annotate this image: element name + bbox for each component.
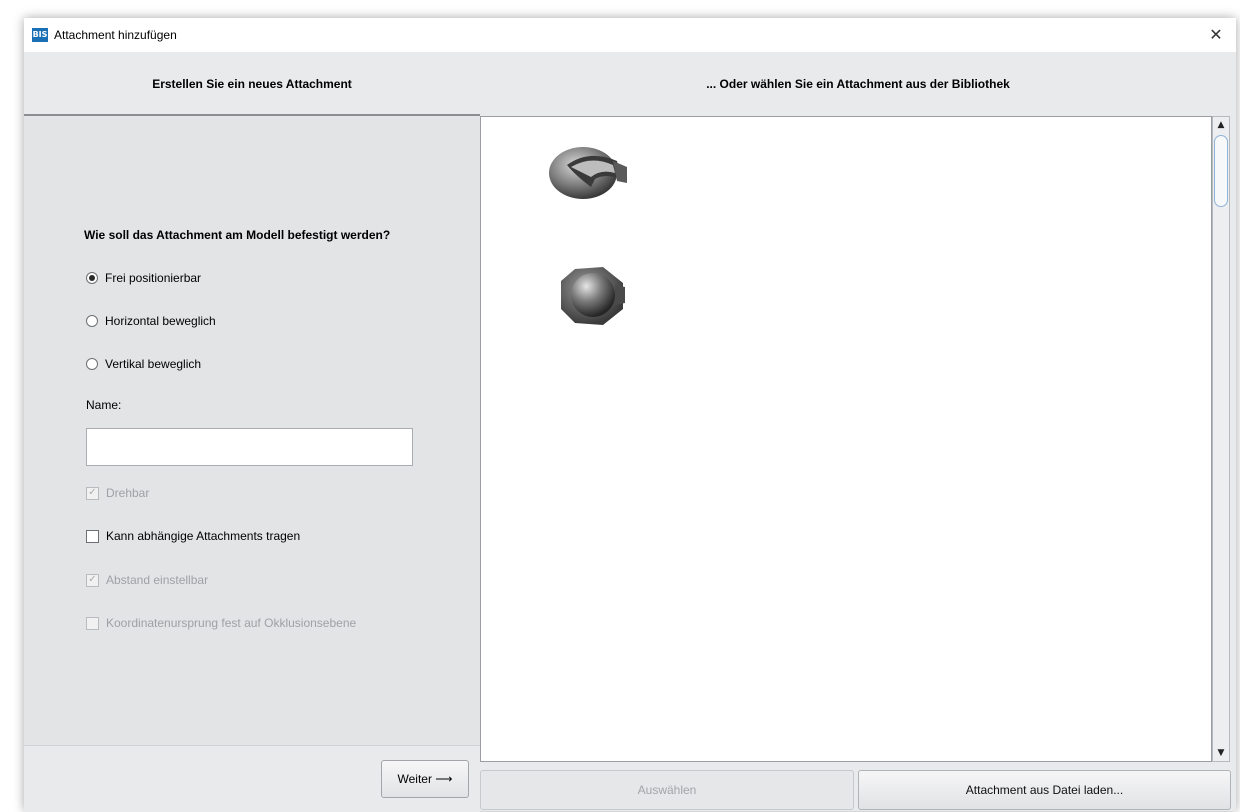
checkbox-checked-disabled: ✓ xyxy=(86,486,99,500)
radio-button[interactable] xyxy=(86,272,98,284)
create-new-header: Erstellen Sie ein neues Attachment xyxy=(24,52,480,116)
radio-vertical-movable[interactable]: Vertikal beweglich xyxy=(86,357,201,371)
checkbox[interactable] xyxy=(86,529,99,543)
checkbox-label: Abstand einstellbar xyxy=(106,573,209,587)
close-button[interactable]: ✕ xyxy=(1196,18,1236,52)
create-attachment-panel: Wie soll das Attachment am Modell befest… xyxy=(24,116,480,745)
checkbox-distance-adjustable: ✓ Abstand einstellbar xyxy=(86,573,208,587)
mount-question: Wie soll das Attachment am Modell befest… xyxy=(84,228,391,242)
attachment-ball-thumbnail-icon[interactable] xyxy=(553,263,629,332)
checkbox-label: Kann abhängige Attachments tragen xyxy=(106,529,301,543)
checkbox-checked-disabled: ✓ xyxy=(86,573,99,587)
radio-label: Horizontal beweglich xyxy=(105,314,216,328)
radio-horizontal-movable[interactable]: Horizontal beweglich xyxy=(86,314,216,328)
dialog-window: BIS Attachment hinzufügen ✕ Erstellen Si… xyxy=(24,18,1236,812)
radio-label: Vertikal beweglich xyxy=(105,357,202,371)
app-logo-icon: BIS xyxy=(32,28,48,42)
radio-label: Frei positionierbar xyxy=(105,271,202,285)
library-scrollbar[interactable]: ▲ ▼ xyxy=(1212,116,1230,762)
name-input[interactable] xyxy=(86,428,413,466)
attachment-thumbnail-icon[interactable] xyxy=(545,143,631,204)
radio-selected-dot xyxy=(89,275,95,281)
load-from-file-button[interactable]: Attachment aus Datei laden... xyxy=(858,770,1231,810)
checkbox-label: Drehbar xyxy=(106,486,150,500)
select-button[interactable]: Auswählen xyxy=(480,770,854,810)
library-header: ... Oder wählen Sie ein Attachment aus d… xyxy=(480,52,1236,114)
next-button[interactable]: Weiter ⟶ xyxy=(381,760,469,798)
title-bar: BIS Attachment hinzufügen ✕ xyxy=(24,18,1236,52)
checkbox-disabled xyxy=(86,616,99,630)
scroll-down-arrow-icon[interactable]: ▼ xyxy=(1213,747,1229,759)
name-label: Name: xyxy=(86,398,122,412)
window-title: Attachment hinzufügen xyxy=(54,28,177,42)
radio-button[interactable] xyxy=(86,315,98,327)
scrollbar-thumb[interactable] xyxy=(1214,135,1228,207)
attachment-library-list[interactable] xyxy=(480,116,1212,762)
checkbox-can-carry-dependent[interactable]: Kann abhängige Attachments tragen xyxy=(86,529,300,543)
checkbox-rotatable: ✓ Drehbar xyxy=(86,486,149,500)
checkbox-label: Koordinatenursprung fest auf Okklusionse… xyxy=(106,616,357,630)
radio-button[interactable] xyxy=(86,358,98,370)
checkbox-origin-occlusal-plane: Koordinatenursprung fest auf Okklusionse… xyxy=(86,616,356,630)
scroll-up-arrow-icon[interactable]: ▲ xyxy=(1213,119,1229,131)
radio-free-positionable[interactable]: Frei positionierbar xyxy=(86,271,201,285)
